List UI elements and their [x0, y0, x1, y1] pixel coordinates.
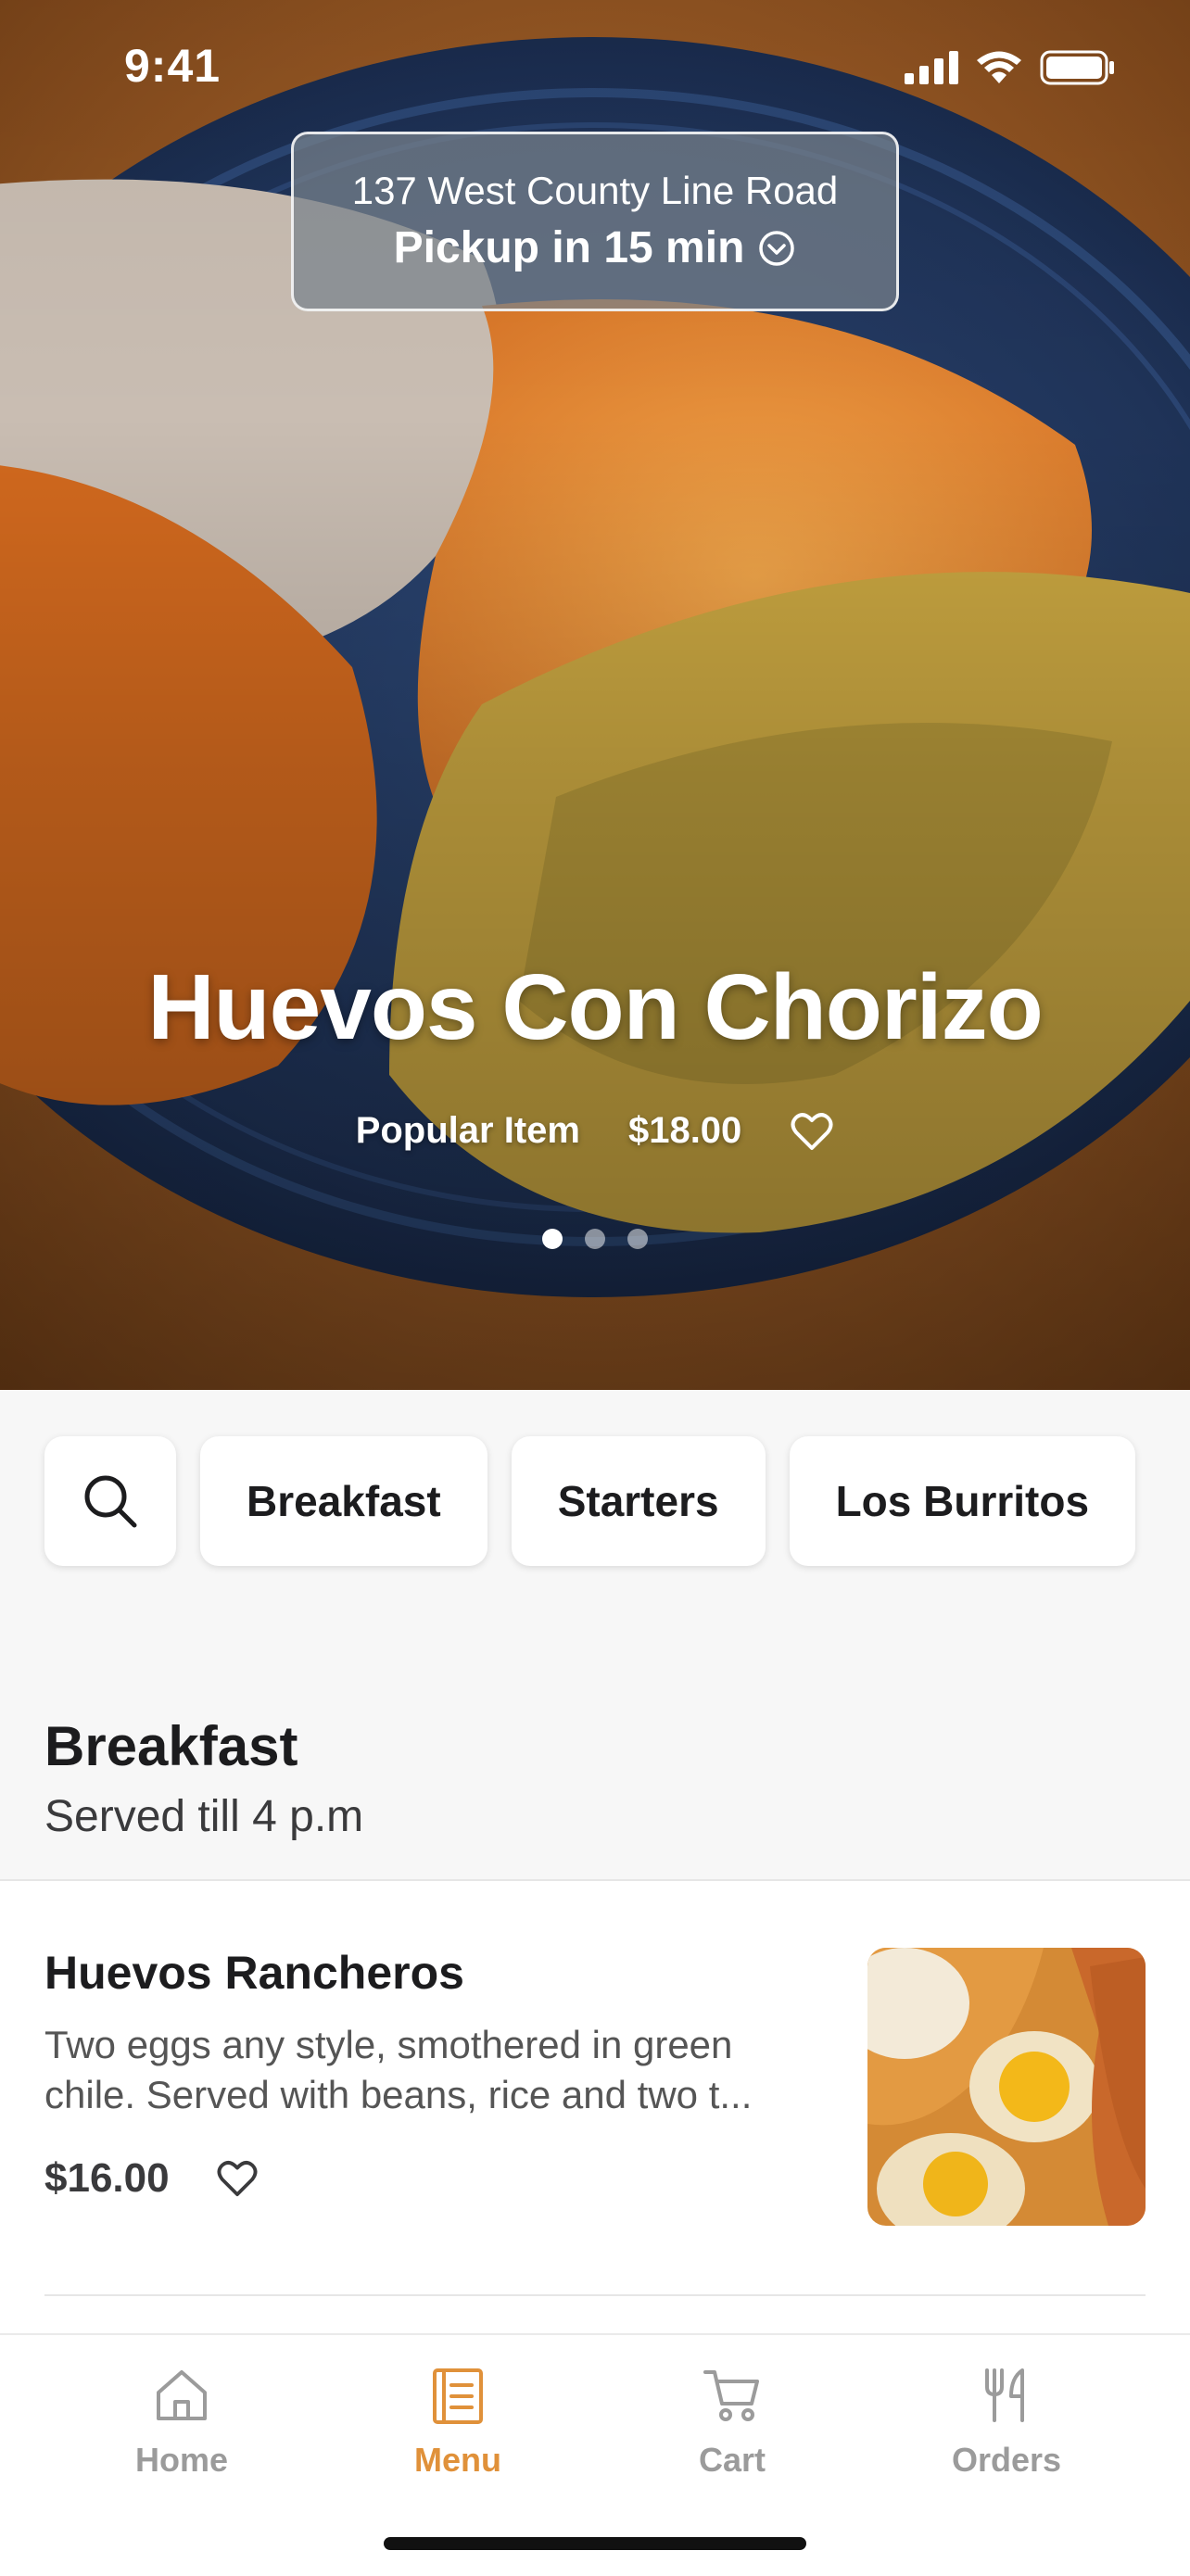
divider: [44, 2294, 1146, 2296]
home-icon: [157, 2370, 207, 2420]
tab-menu-label: Menu: [414, 2441, 501, 2479]
status-bar: 9:41: [0, 0, 1190, 130]
status-icons: [905, 44, 1116, 91]
tab-orders-label: Orders: [951, 2441, 1062, 2479]
battery-icon: [1040, 50, 1114, 85]
fork-knife-icon: [985, 2368, 1024, 2422]
category-pill-starters[interactable]: Starters: [511, 1436, 766, 1566]
hero-banner[interactable]: 9:41 137 West County Line Road Pickup in…: [0, 0, 1190, 1390]
tab-menu[interactable]: Menu: [365, 2363, 551, 2480]
hero-tag: Popular Item: [355, 1110, 580, 1151]
home-indicator[interactable]: [384, 2537, 806, 2550]
pickup-location-card[interactable]: 137 West County Line Road Pickup in 15 m…: [291, 132, 899, 311]
tab-orders[interactable]: Orders: [914, 2363, 1099, 2480]
pickup-time-label: Pickup in 15 min: [393, 223, 745, 272]
carousel-dot[interactable]: [627, 1229, 648, 1249]
carousel-dot[interactable]: [542, 1229, 563, 1249]
hero-price: $18.00: [627, 1110, 742, 1151]
location-address: 137 West County Line Road: [351, 169, 839, 212]
search-button[interactable]: [44, 1436, 176, 1566]
menu-item-description-line: Two eggs any style, smothered in green: [44, 2023, 733, 2066]
wifi-icon: [977, 51, 1021, 83]
menu-item-description: Two eggs any style, smothered in green c…: [44, 2020, 823, 2120]
menu-book-icon: [433, 2368, 483, 2424]
heart-icon[interactable]: [216, 2159, 259, 2198]
menu-item-image[interactable]: [867, 1948, 1146, 2226]
menu-item-description-line: chile. Served with beans, rice and two t…: [44, 2073, 753, 2116]
tab-home-label: Home: [134, 2441, 229, 2479]
tab-home[interactable]: Home: [89, 2363, 274, 2480]
section-header: Breakfast Served till 4 p.m: [44, 1714, 363, 1842]
category-pill-breakfast[interactable]: Breakfast: [200, 1436, 487, 1566]
hero-meta: Popular Item $18.00: [0, 1110, 1190, 1152]
hero-title: Huevos Con Chorizo: [147, 955, 1043, 1059]
tab-cart[interactable]: Cart: [639, 2363, 825, 2480]
status-time: 9:41: [124, 40, 222, 92]
category-pill-los-burritos[interactable]: Los Burritos: [789, 1436, 1136, 1566]
tab-cart-label: Cart: [698, 2441, 766, 2479]
cart-icon: [703, 2370, 759, 2421]
pickup-time: Pickup in 15 min: [394, 221, 797, 276]
heart-icon[interactable]: [790, 1111, 834, 1152]
menu-item-photo: [867, 1948, 1146, 2226]
category-pills: Breakfast Starters Los Burritos: [44, 1436, 1136, 1566]
search-icon: [84, 1475, 137, 1528]
chevron-down-circle-icon: [759, 231, 795, 266]
menu-item-price: $16.00: [44, 2155, 170, 2201]
cellular-signal-icon: [905, 51, 958, 84]
section-title: Breakfast: [44, 1715, 298, 1777]
carousel-dots: [0, 1229, 1190, 1249]
carousel-dot[interactable]: [585, 1229, 605, 1249]
section-subtitle: Served till 4 p.m: [44, 1792, 364, 1841]
